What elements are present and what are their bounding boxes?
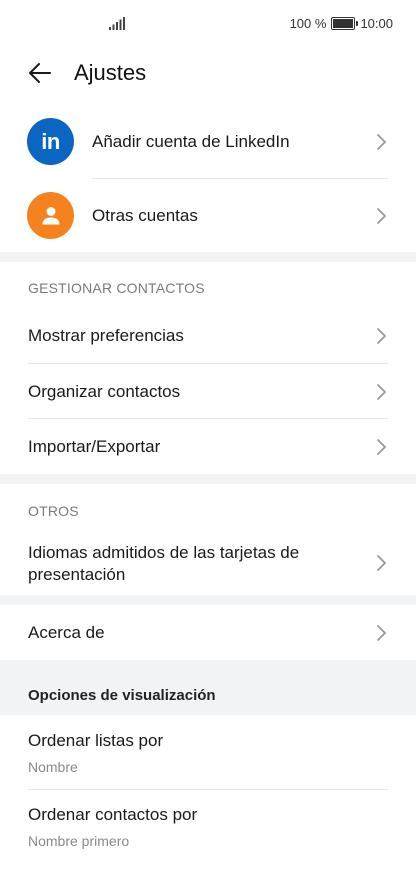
- display-preferences-row[interactable]: Mostrar preferencias: [0, 310, 416, 362]
- battery-fill: [333, 19, 354, 28]
- app-bar: Ajustes: [0, 48, 416, 98]
- sort-lists-by-label: Ordenar listas por: [28, 731, 164, 750]
- sort-lists-by-row[interactable]: Ordenar listas por Nombre: [0, 720, 416, 788]
- chevron-right-icon: [377, 625, 386, 641]
- add-linkedin-account-row[interactable]: in Añadir cuenta de LinkedIn: [0, 110, 416, 174]
- sort-contacts-by-label: Ordenar contactos por: [28, 805, 198, 824]
- import-export-label: Importar/Exportar: [28, 437, 161, 456]
- divider: [28, 418, 388, 419]
- sort-lists-by-value: Nombre: [28, 759, 78, 775]
- other-accounts-row[interactable]: Otras cuentas: [0, 184, 416, 248]
- section-separator: [0, 595, 416, 605]
- about-label: Acerca de: [28, 623, 105, 642]
- battery-percent: 100 %: [289, 16, 327, 31]
- status-right: 100 % 10:00: [290, 16, 393, 31]
- display-preferences-label: Mostrar preferencias: [28, 326, 184, 345]
- signal-icon: [109, 17, 125, 30]
- display-options-header-band: Opciones de visualización: [0, 660, 416, 715]
- sort-contacts-by-row[interactable]: Ordenar contactos por Nombre primero: [0, 794, 416, 862]
- divider: [28, 363, 388, 364]
- chevron-right-icon: [377, 328, 386, 344]
- back-arrow-icon: [29, 63, 51, 83]
- card-languages-label-line2: presentación: [28, 565, 126, 584]
- battery-icon: [331, 17, 359, 30]
- back-button[interactable]: [24, 58, 56, 88]
- person-icon: [27, 192, 74, 239]
- linkedin-icon: in: [27, 118, 74, 165]
- status-bar: 100 % 10:00: [0, 0, 416, 48]
- other-accounts-label: Otras cuentas: [92, 206, 198, 225]
- chevron-right-icon: [377, 384, 386, 400]
- clock: 10:00: [360, 16, 393, 31]
- chevron-right-icon: [377, 134, 386, 150]
- about-row[interactable]: Acerca de: [0, 606, 416, 660]
- chevron-right-icon: [377, 208, 386, 224]
- sort-contacts-by-value: Nombre primero: [28, 833, 130, 849]
- person-glyph: [42, 206, 59, 224]
- section-header-display-options: Opciones de visualización: [28, 687, 216, 704]
- section-separator: [0, 252, 416, 262]
- card-languages-row[interactable]: Idiomas admitidos de las tarjetas de pre…: [0, 532, 416, 594]
- chevron-right-icon: [377, 555, 386, 571]
- organize-contacts-label: Organizar contactos: [28, 382, 181, 401]
- add-linkedin-account-label: Añadir cuenta de LinkedIn: [92, 132, 290, 151]
- page-title: Ajustes: [74, 60, 147, 85]
- section-header-others: OTROS: [28, 503, 79, 519]
- divider: [28, 789, 388, 790]
- import-export-row[interactable]: Importar/Exportar: [0, 421, 416, 473]
- section-separator: [0, 474, 416, 484]
- organize-contacts-row[interactable]: Organizar contactos: [0, 366, 416, 418]
- card-languages-label-line1: Idiomas admitidos de las tarjetas de: [28, 543, 300, 562]
- section-header-manage-contacts: GESTIONAR CONTACTOS: [28, 280, 205, 296]
- chevron-right-icon: [377, 439, 386, 455]
- divider: [92, 178, 388, 179]
